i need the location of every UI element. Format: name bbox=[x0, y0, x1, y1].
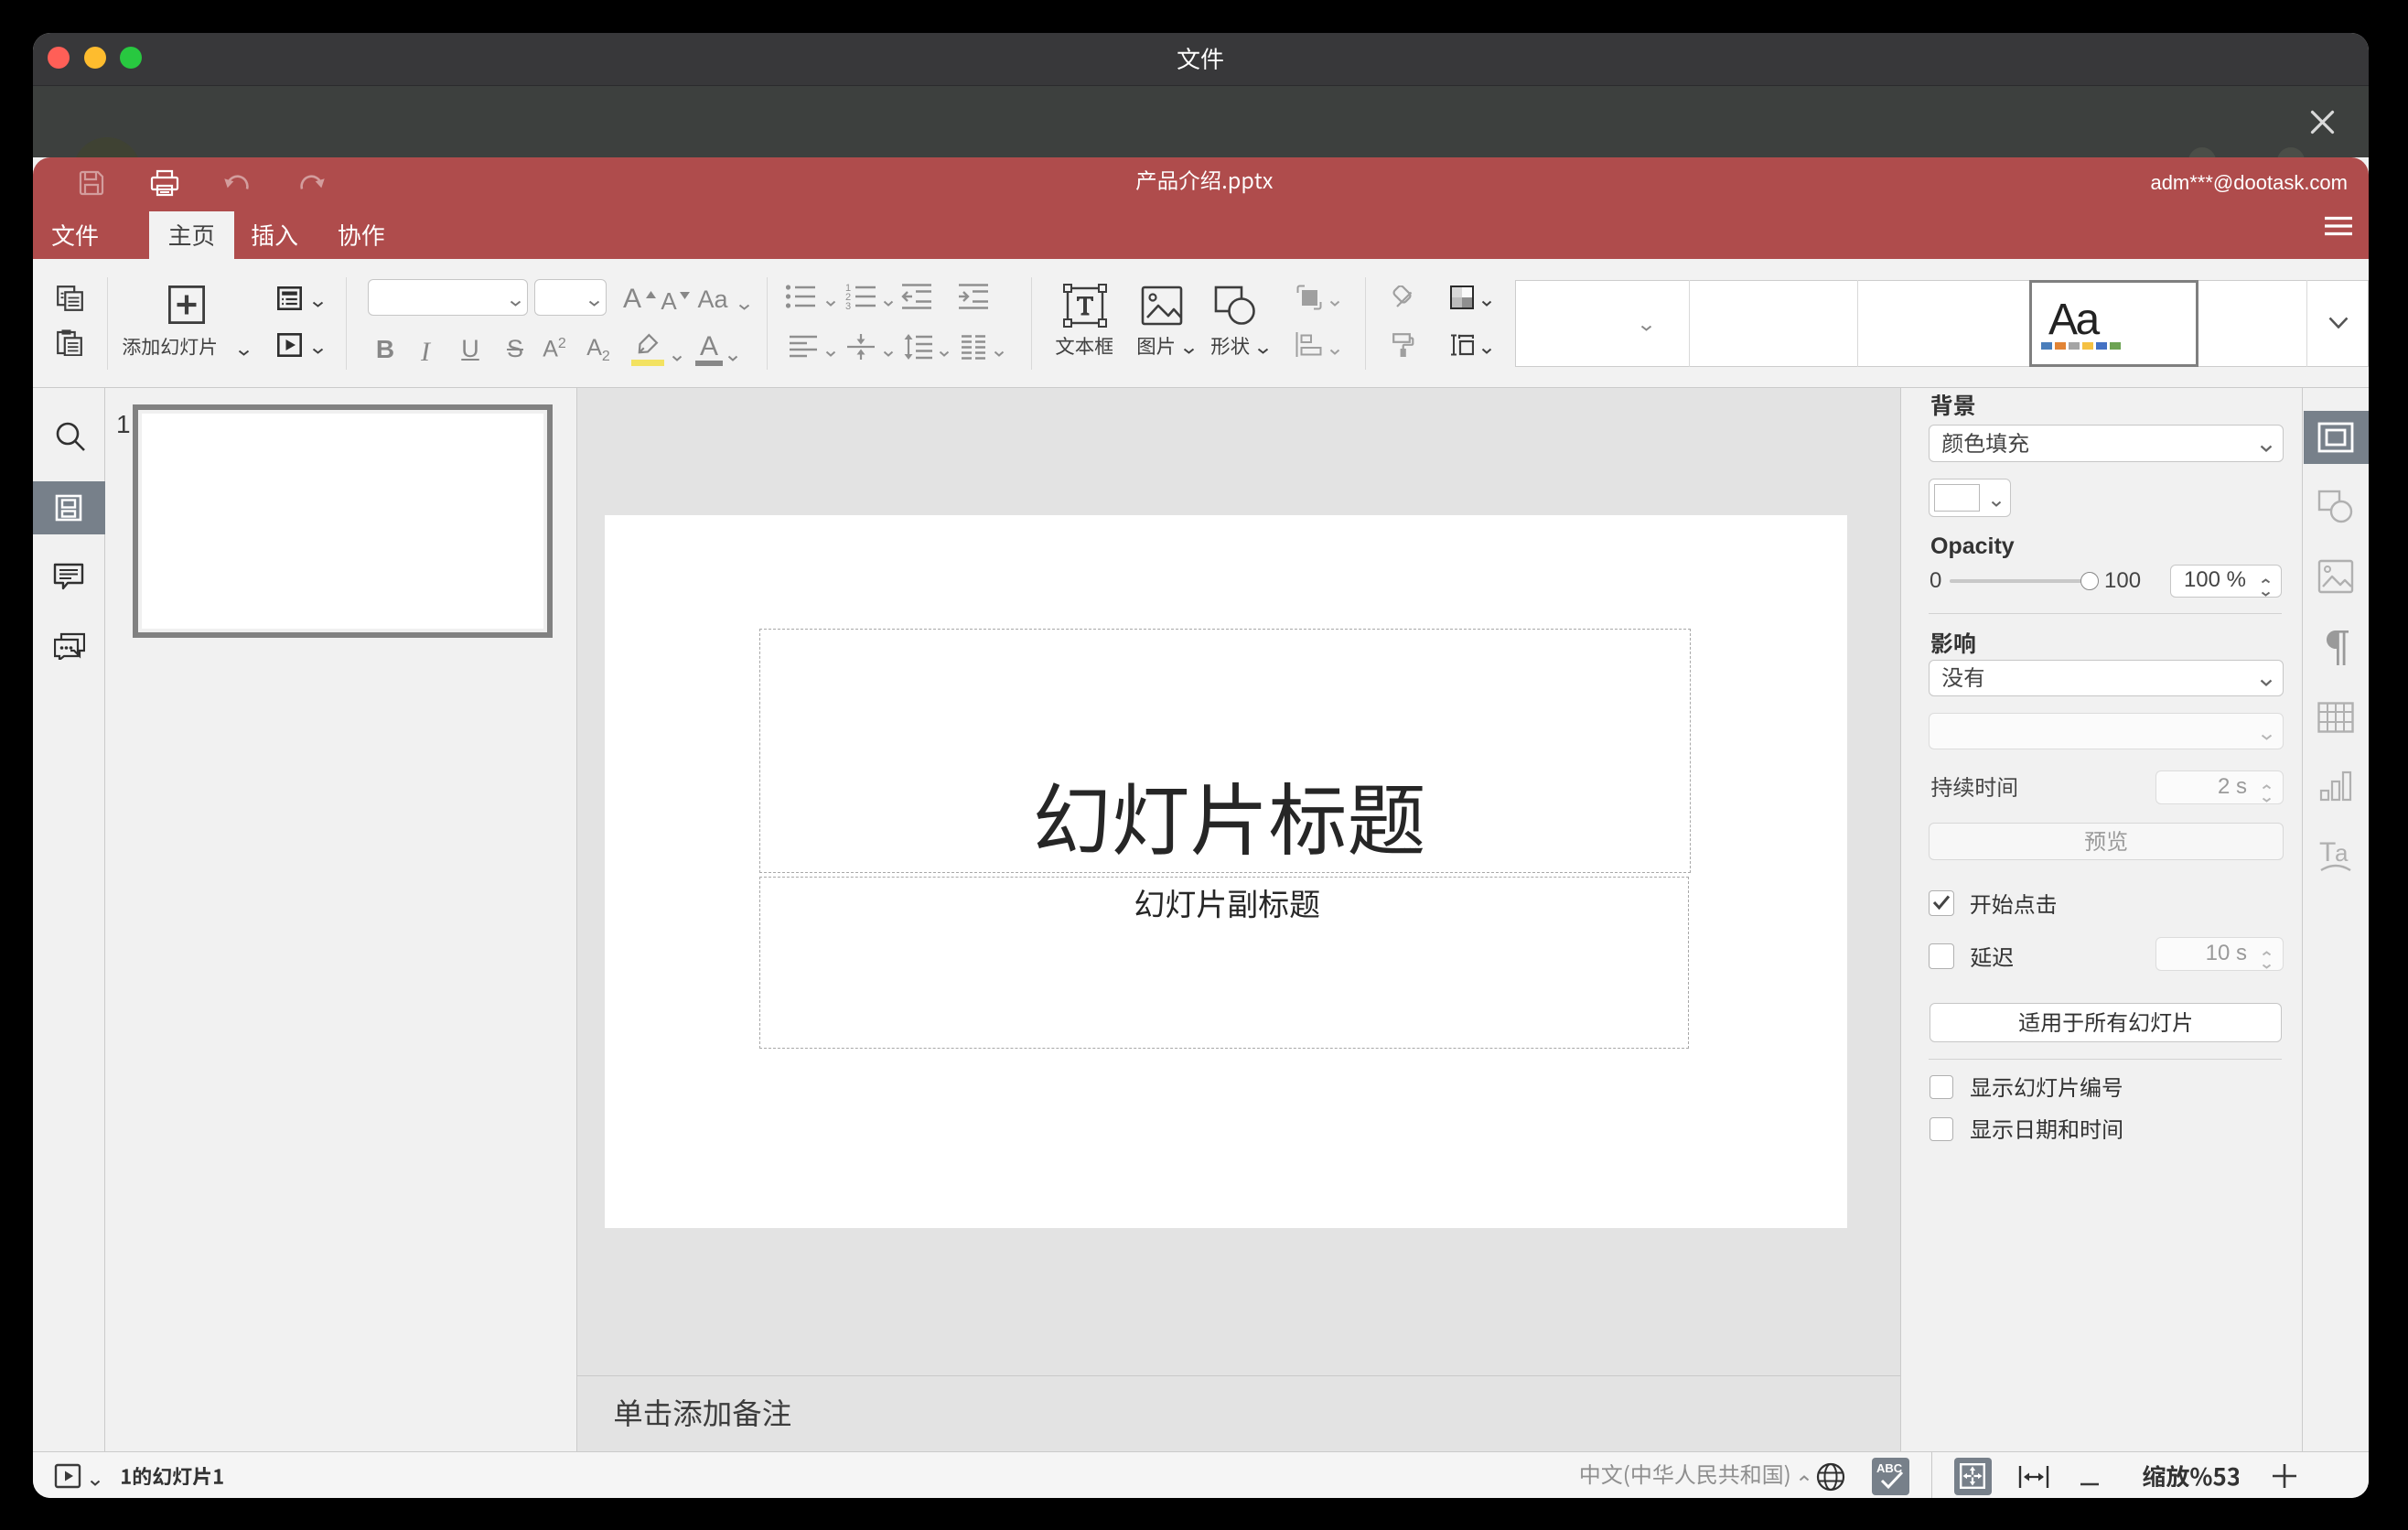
svg-text:ABC: ABC bbox=[1876, 1461, 1903, 1475]
svg-text:T: T bbox=[2319, 837, 2336, 867]
svg-text:3: 3 bbox=[845, 301, 851, 310]
svg-text:A: A bbox=[700, 331, 718, 361]
svg-text:a: a bbox=[2335, 839, 2349, 867]
